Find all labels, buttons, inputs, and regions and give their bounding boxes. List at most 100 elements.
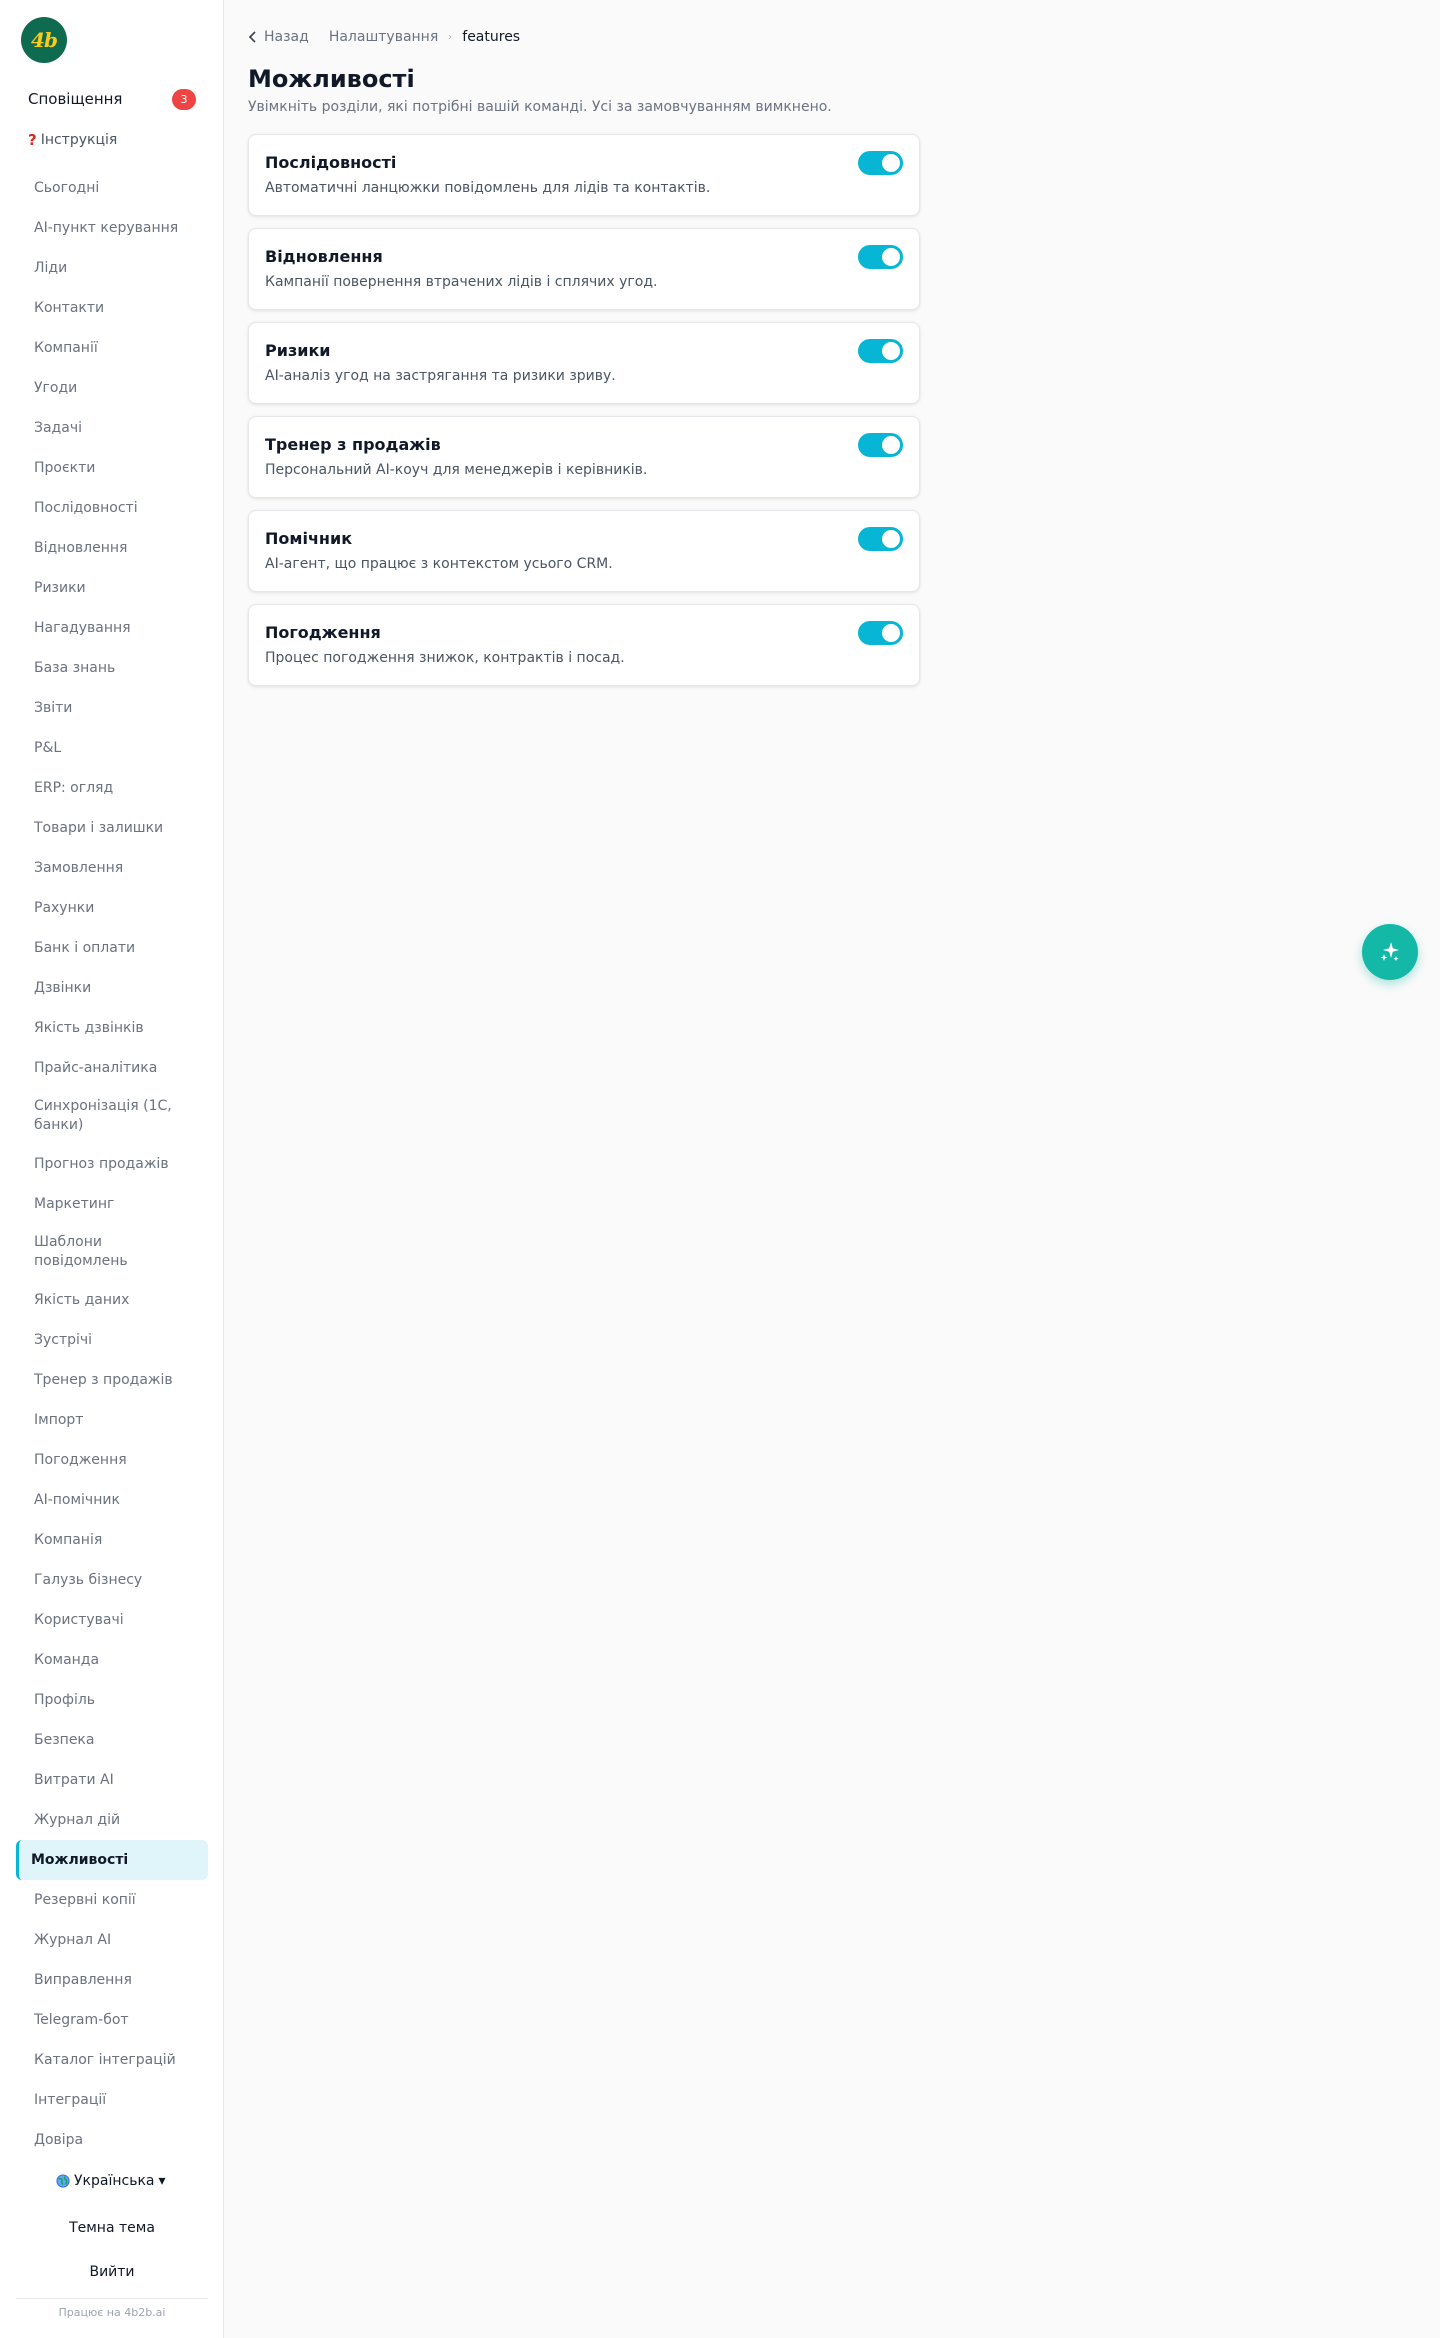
ai-assistant-fab[interactable] [1362,924,1418,980]
back-link[interactable]: Назад [248,29,309,45]
sidebar-item[interactable]: Прогноз продажів [16,1144,208,1184]
sidebar-item[interactable]: Погодження [16,1440,208,1480]
sidebar-item[interactable]: P&L [16,728,208,768]
sidebar-item[interactable]: Довіра [16,2120,208,2160]
sidebar-item-label: Замовлення [34,859,124,876]
feature-toggle[interactable] [858,527,903,551]
sidebar-item[interactable]: Журнал дій [16,1800,208,1840]
sidebar-divider [16,2298,208,2299]
sparkles-icon [1380,942,1399,962]
feature-toggle[interactable] [858,621,903,645]
sidebar-item-label: Дзвінки [34,979,92,996]
sidebar-item-label: Компанія [34,1531,103,1548]
sidebar-item[interactable]: ERP: огляд [16,768,208,808]
sidebar-item[interactable]: Виправлення [16,1960,208,2000]
sidebar-item-label: Зустрічі [34,1331,93,1348]
sidebar-item[interactable]: Ліди [16,248,208,288]
sidebar-item[interactable]: Імпорт [16,1400,208,1440]
sidebar-item[interactable]: Якість дзвінків [16,1008,208,1048]
sidebar-item[interactable]: Telegram-бот [16,2000,208,2040]
sidebar-item-label: Імпорт [34,1411,84,1428]
sidebar-item[interactable]: Банк і оплати [16,928,208,968]
help-item[interactable]: ? Інструкція [28,130,117,150]
feature-card: Тренер з продажів Персональний AI-коуч дл… [248,416,920,498]
dark-theme-button[interactable]: Темна тема [16,2210,208,2246]
sidebar-item-label: Telegram-бот [34,2011,129,2028]
sidebar-item[interactable]: Галузь бізнесу [16,1560,208,1600]
logout-button[interactable]: Вийти [16,2254,208,2290]
page-subtitle: Увімкніть розділи, які потрібні вашій ко… [248,99,832,115]
feature-toggle[interactable] [858,433,903,457]
back-label: Назад [264,29,309,45]
sidebar-item[interactable]: База знань [16,648,208,688]
sidebar-nav: Сьогодні AI-пункт керування Ліди Контакти Ко… [16,168,208,2160]
feature-toggle[interactable] [858,245,903,269]
sidebar-item[interactable]: Якість даних [16,1280,208,1320]
feature-description: AI-аналіз угод на застрягання та ризики … [265,368,616,384]
sidebar-item[interactable]: Зустрічі [16,1320,208,1360]
sidebar-item[interactable]: Відновлення [16,528,208,568]
sidebar-item-label: Ризики [34,579,86,596]
sidebar-item-label: Прайс-аналітика [34,1059,158,1076]
sidebar-item-label: Журнал AI [34,1931,112,1948]
feature-toggle[interactable] [858,339,903,363]
sidebar-item-label: Якість дзвінків [34,1019,144,1036]
sidebar-item-label: Послідовності [34,499,138,516]
sidebar-item[interactable]: Профіль [16,1680,208,1720]
sidebar-item-label: P&L [34,739,62,756]
sidebar-item-label: Команда [34,1651,100,1668]
sidebar-item[interactable]: Каталог інтеграцій [16,2040,208,2080]
sidebar-item[interactable]: Проєкти [16,448,208,488]
sidebar-item-label: AI-помічник [34,1491,120,1508]
sidebar-item[interactable]: AI-помічник [16,1480,208,1520]
sidebar-item[interactable]: Ризики [16,568,208,608]
sidebar-item[interactable]: Компанія [16,1520,208,1560]
sidebar-item[interactable]: Прайс-аналітика [16,1048,208,1088]
sidebar-item[interactable]: Команда [16,1640,208,1680]
feature-description: Автоматичні ланцюжки повідомлень для лід… [265,180,711,196]
sidebar-item[interactable]: Інтеграції [16,2080,208,2120]
logo[interactable]: 4b [21,17,67,63]
sidebar-item[interactable]: Резервні копії [16,1880,208,1920]
sidebar-item[interactable]: Журнал AI [16,1920,208,1960]
sidebar-item[interactable]: Нагадування [16,608,208,648]
sidebar-item-label: Безпека [34,1731,95,1748]
language-select[interactable]: Українська ▾ [56,2173,166,2189]
sidebar-item-label: Погодження [34,1451,127,1468]
sidebar-item[interactable]: AI-пункт керування [16,208,208,248]
sidebar-item[interactable]: Рахунки [16,888,208,928]
toggle-knob [882,342,900,360]
sidebar-item-label: Інтеграції [34,2091,107,2108]
notifications-count-badge: 3 [172,88,196,110]
sidebar-item[interactable]: Дзвінки [16,968,208,1008]
sidebar-item[interactable]: Сьогодні [16,168,208,208]
sidebar-item[interactable]: Можливості [16,1840,208,1880]
feature-title: Відновлення [265,247,383,266]
sidebar-item-label: Можливості [31,1851,129,1868]
sidebar-item[interactable]: Витрати AI [16,1760,208,1800]
globe-icon [56,2174,70,2188]
sidebar-item[interactable]: Синхронізація (1С, банки) [16,1088,208,1144]
sidebar-item[interactable]: Контакти [16,288,208,328]
sidebar-item[interactable]: Звіти [16,688,208,728]
breadcrumb-settings[interactable]: Налаштування [329,29,438,45]
sidebar-item-label: Маркетинг [34,1195,115,1212]
sidebar-item[interactable]: Послідовності [16,488,208,528]
notifications-item[interactable]: Сповіщення 3 [28,88,196,110]
sidebar-item[interactable]: Безпека [16,1720,208,1760]
sidebar-item[interactable]: Задачі [16,408,208,448]
sidebar-item-label: Звіти [34,699,73,716]
sidebar-item[interactable]: Товари і залишки [16,808,208,848]
sidebar-item[interactable]: Угоди [16,368,208,408]
sidebar-item-label: Користувачі [34,1611,124,1628]
feature-toggle[interactable] [858,151,903,175]
toggle-knob [882,248,900,266]
sidebar-item-label: Довіра [34,2131,84,2148]
sidebar-item[interactable]: Компанії [16,328,208,368]
sidebar-item[interactable]: Шаблони повідомлень [16,1224,208,1280]
sidebar-item[interactable]: Замовлення [16,848,208,888]
sidebar-item[interactable]: Маркетинг [16,1184,208,1224]
sidebar-item-label: Журнал дій [34,1811,121,1828]
sidebar-item[interactable]: Користувачі [16,1600,208,1640]
sidebar-item[interactable]: Тренер з продажів [16,1360,208,1400]
